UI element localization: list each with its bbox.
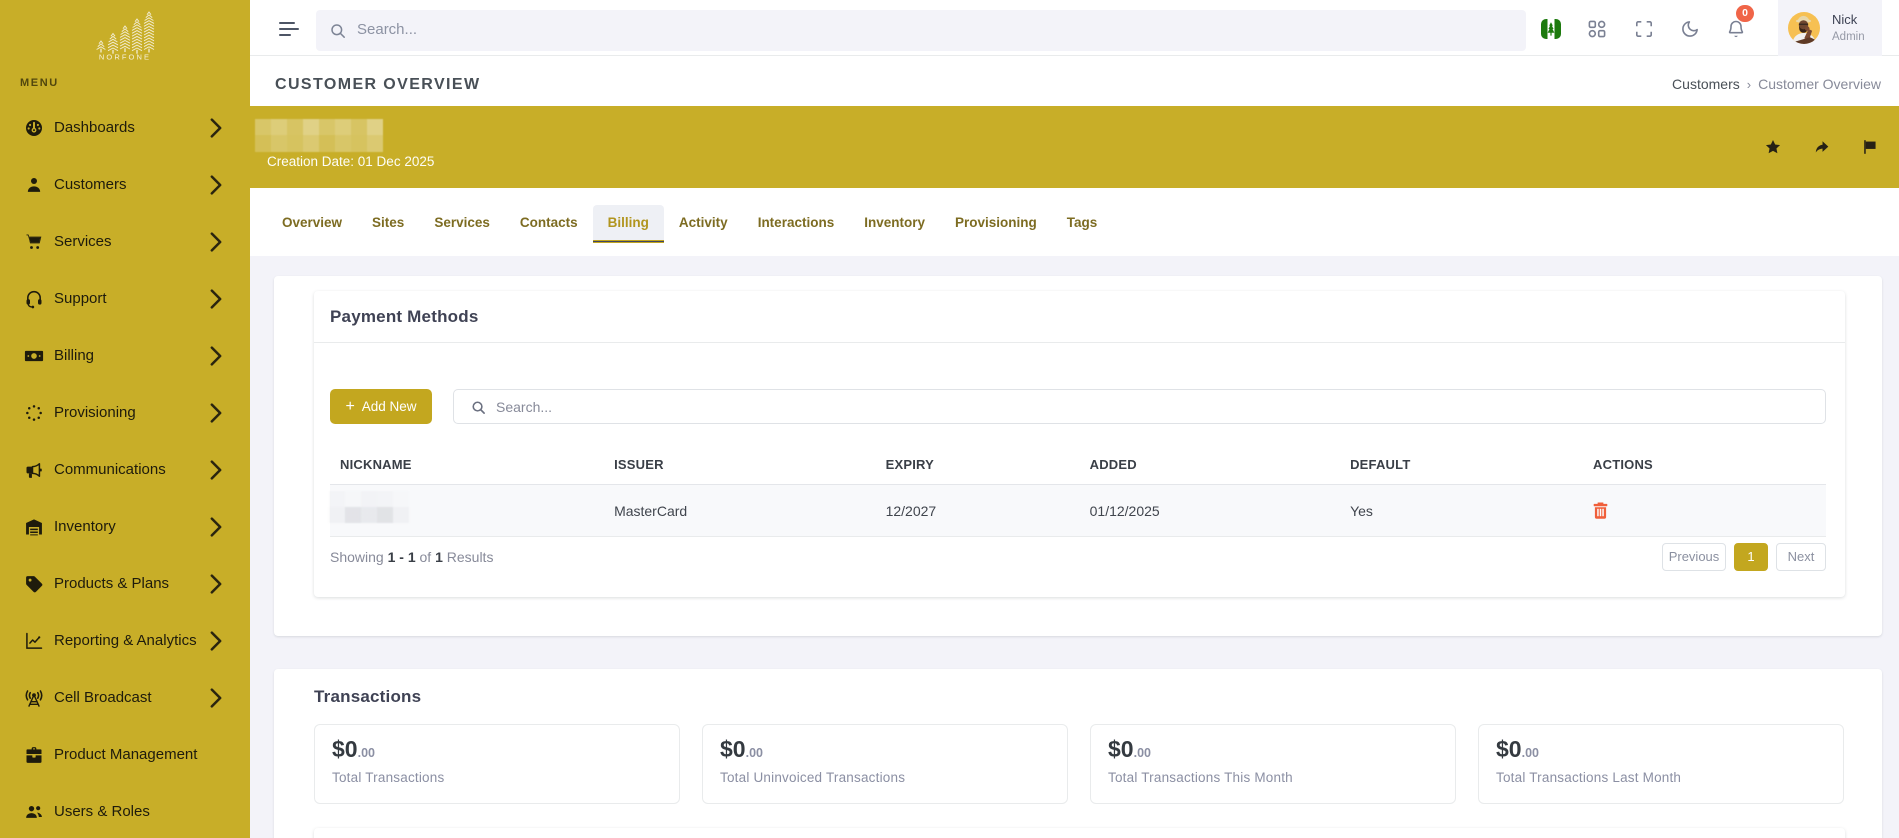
svg-text:NORFONE: NORFONE <box>99 53 151 61</box>
